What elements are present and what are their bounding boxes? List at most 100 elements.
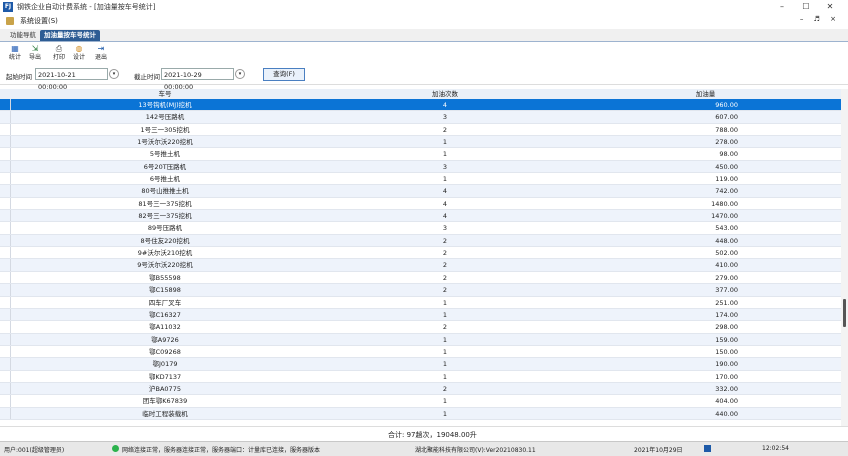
start-time-dropdown-icon[interactable]: ▾ <box>109 69 119 79</box>
cell-fuel-volume: 788.00 <box>715 125 738 134</box>
stats-button-label: 统计 <box>8 54 21 61</box>
table-row[interactable]: 鄂C16327 1 174.00 <box>0 308 841 322</box>
scrollbar-thumb[interactable] <box>843 299 846 327</box>
table-row[interactable]: 9号沃尔沃220挖机 2 410.00 <box>0 259 841 272</box>
stats-button[interactable]: ▦ 统计 <box>6 44 24 62</box>
table-row[interactable]: 81号三一375挖机 4 1480.00 <box>0 197 841 211</box>
cell-fuel-volume: 119.00 <box>715 175 738 184</box>
table-row[interactable]: 82号三一375挖机 4 1470.00 <box>0 210 841 223</box>
table-row[interactable]: 89号压路机 3 543.00 <box>0 222 841 235</box>
cell-fuel-volume: 159.00 <box>715 335 738 344</box>
exit-button-label: 退出 <box>94 54 107 61</box>
exit-button[interactable]: ⇥ 退出 <box>92 44 110 62</box>
cell-fuel-volume: 377.00 <box>715 286 738 295</box>
mdi-window-controls[interactable]: – ♬ × <box>800 15 840 23</box>
table-row[interactable]: 团车鄂K67839 1 404.00 <box>0 395 841 408</box>
table-row[interactable]: 80号山推推土机 4 742.00 <box>0 185 841 198</box>
design-button-label: 设计 <box>72 54 85 61</box>
cell-fuel-volume: 960.00 <box>715 101 738 109</box>
cell-vehicle: 鄂J0179 <box>152 360 178 369</box>
cell-vehicle: 9#沃尔沃210挖机 <box>137 249 193 258</box>
cell-vehicle: 临时工程装载机 <box>142 409 188 418</box>
table-row[interactable]: 鄂C09268 1 150.00 <box>0 345 841 359</box>
minimize-icon[interactable]: – <box>770 0 794 13</box>
cell-fuel-volume: 607.00 <box>715 113 738 122</box>
column-header-vehicle[interactable]: 车号 <box>10 89 320 99</box>
cell-refuel-count: 3 <box>442 113 448 122</box>
table-row[interactable]: 9#沃尔沃210挖机 2 502.00 <box>0 247 841 260</box>
cell-vehicle: 81号三一375挖机 <box>138 199 192 208</box>
end-time-input[interactable]: 2021-10-29 00:00:00 <box>161 68 234 91</box>
start-time-label: 起始时间 <box>6 73 32 81</box>
cell-fuel-volume: 251.00 <box>715 298 738 307</box>
cell-vehicle: 5号推土机 <box>149 150 181 159</box>
end-time-dropdown-icon[interactable]: ▾ <box>235 69 245 79</box>
cell-fuel-volume: 298.00 <box>715 323 738 332</box>
cell-fuel-volume: 742.00 <box>715 187 738 196</box>
cell-vehicle: 沪BA0775 <box>149 384 181 393</box>
stats-icon: ▦ <box>11 44 19 53</box>
table-row[interactable]: 8号住友220挖机 2 448.00 <box>0 234 841 248</box>
cell-fuel-volume: 440.00 <box>715 409 738 418</box>
cell-vehicle: 鄂B55598 <box>149 273 181 282</box>
table-row[interactable]: 6号20T压路机 3 450.00 <box>0 160 841 174</box>
maximize-icon[interactable]: ☐ <box>794 0 818 13</box>
cell-refuel-count: 1 <box>442 175 448 184</box>
cell-refuel-count: 4 <box>442 212 448 221</box>
column-header-refuel-count[interactable]: 加油次数 <box>320 89 570 99</box>
cell-fuel-volume: 98.00 <box>719 150 738 159</box>
connection-status-icon <box>112 445 119 452</box>
table-row[interactable]: 鄂B55598 2 279.00 <box>0 271 841 285</box>
cell-vehicle: 团车鄂K67839 <box>142 397 188 406</box>
cell-vehicle: 80号山推推土机 <box>141 187 189 196</box>
table-row[interactable]: 鄂KD7137 1 170.00 <box>0 370 841 383</box>
start-time-input[interactable]: 2021-10-21 00:00:00 <box>35 68 108 91</box>
cell-vehicle: 鄂C15898 <box>149 286 181 295</box>
summary-bar: 合计: 97趟次，19048.00升 <box>0 426 848 442</box>
tab-strip: 功能导航 加油量按车号统计 <box>0 29 848 42</box>
exit-icon: ⇥ <box>97 44 105 53</box>
cell-fuel-volume: 502.00 <box>715 249 738 258</box>
table-row[interactable]: 6号推土机 1 119.00 <box>0 173 841 186</box>
cell-vehicle: 6号推土机 <box>149 175 181 184</box>
cell-refuel-count: 2 <box>442 323 448 332</box>
cell-refuel-count: 2 <box>442 384 448 393</box>
column-header-fuel-volume[interactable]: 加油量 <box>570 89 841 99</box>
menu-item-settings[interactable]: 系统设置(S) <box>20 16 58 26</box>
cell-fuel-volume: 1470.00 <box>711 212 738 221</box>
cell-fuel-volume: 279.00 <box>715 273 738 282</box>
table-row[interactable]: 鄂J0179 1 190.00 <box>0 358 841 371</box>
window-controls: – ☐ ✕ <box>770 0 842 13</box>
table-row[interactable]: 1号三一305挖机 2 788.00 <box>0 123 841 137</box>
cell-fuel-volume: 174.00 <box>715 310 738 319</box>
table-row[interactable]: 13号钩机(MJ)挖机 4 960.00 <box>0 99 841 112</box>
cell-refuel-count: 1 <box>442 347 448 356</box>
print-button[interactable]: ⎙ 打印 <box>50 44 68 62</box>
cell-vehicle: 1号沃尔沃220挖机 <box>137 138 193 147</box>
cell-refuel-count: 2 <box>442 261 448 270</box>
table-row[interactable]: 四车厂叉车 1 251.00 <box>0 296 841 309</box>
settings-menu-icon <box>6 17 14 25</box>
vertical-scrollbar[interactable] <box>841 89 848 426</box>
tab-navigation[interactable]: 功能导航 <box>6 30 40 41</box>
close-icon[interactable]: ✕ <box>818 0 842 13</box>
cell-refuel-count: 1 <box>442 409 448 418</box>
query-button[interactable]: 查询(F) <box>263 68 305 81</box>
table-row[interactable]: 142号压路机 3 607.00 <box>0 111 841 124</box>
table-row[interactable]: 鄂A9726 1 159.00 <box>0 333 841 346</box>
table-row[interactable]: 5号推土机 1 98.00 <box>0 148 841 161</box>
table-row[interactable]: 沪BA0775 2 332.00 <box>0 382 841 396</box>
cell-refuel-count: 4 <box>442 101 448 109</box>
design-button[interactable]: ◍ 设计 <box>70 44 88 62</box>
table-row[interactable]: 临时工程装载机 1 440.00 <box>0 407 841 420</box>
cell-fuel-volume: 448.00 <box>715 236 738 245</box>
app-logo-icon: FJ <box>3 1 13 12</box>
tab-fuel-by-vehicle[interactable]: 加油量按车号统计 <box>40 30 100 41</box>
table-row[interactable]: 1号沃尔沃220挖机 1 278.00 <box>0 136 841 149</box>
export-button[interactable]: ⇲ 导出 <box>26 44 44 62</box>
cell-vehicle: 1号三一305挖机 <box>140 125 190 134</box>
cell-vehicle: 9号沃尔沃220挖机 <box>137 261 193 270</box>
table-row[interactable]: 鄂C15898 2 377.00 <box>0 284 841 297</box>
cell-refuel-count: 2 <box>442 249 448 258</box>
table-row[interactable]: 鄂A11032 2 298.00 <box>0 321 841 334</box>
